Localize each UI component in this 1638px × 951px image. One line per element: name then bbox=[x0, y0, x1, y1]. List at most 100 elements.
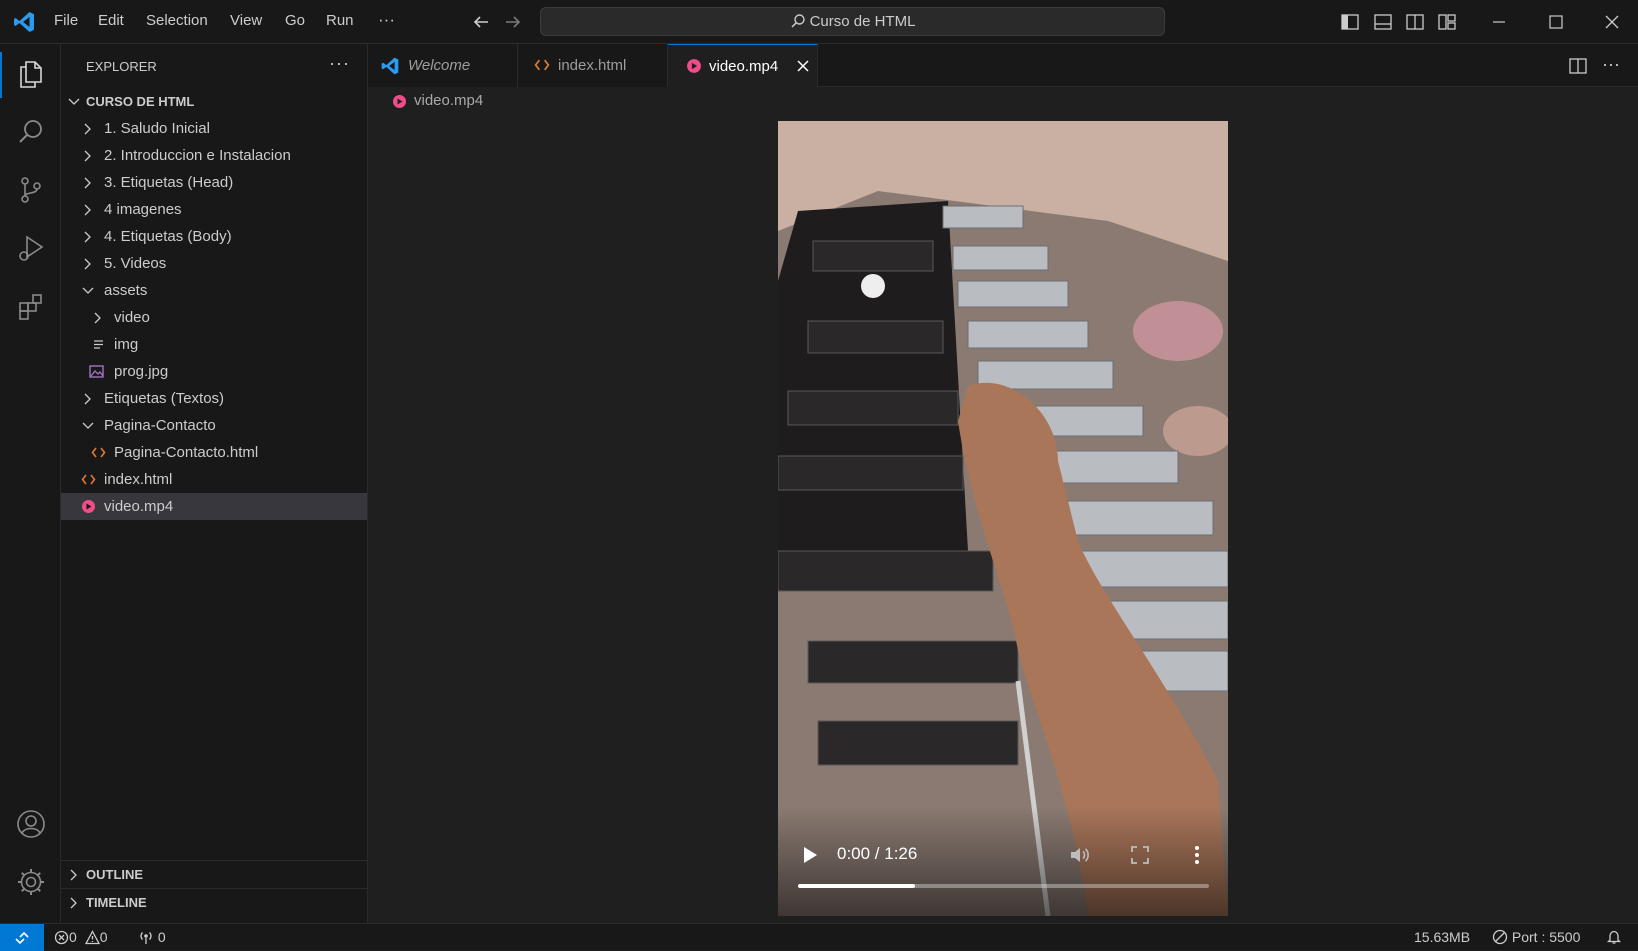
toggle-panel-icon[interactable] bbox=[1372, 11, 1394, 33]
status-bar: 0 0 0 15.63MB Port : 5500 bbox=[0, 923, 1638, 951]
tree-folder-video[interactable]: video bbox=[61, 304, 367, 331]
forward-arrow-icon[interactable] bbox=[501, 10, 525, 34]
tree-folder-etiquetas-body[interactable]: 4. Etiquetas (Body) bbox=[61, 223, 367, 250]
chevron-right-icon bbox=[84, 231, 91, 243]
tree-folder-videos[interactable]: 5. Videos bbox=[61, 250, 367, 277]
tree-file-index-html[interactable]: index.html bbox=[61, 466, 367, 493]
video-progress-track[interactable] bbox=[798, 884, 1209, 888]
html-file-icon bbox=[91, 447, 106, 458]
timeline-section[interactable]: TIMELINE bbox=[61, 888, 367, 916]
outline-section[interactable]: OUTLINE bbox=[61, 860, 367, 888]
settings-gear-icon[interactable] bbox=[15, 866, 47, 898]
remote-icon bbox=[15, 931, 29, 945]
explorer-icon[interactable] bbox=[15, 58, 47, 90]
tree-item-label: 5. Videos bbox=[104, 255, 167, 272]
broadcast-icon bbox=[140, 932, 152, 944]
fullscreen-icon[interactable] bbox=[1128, 843, 1152, 867]
explorer-more-button[interactable]: ··· bbox=[329, 53, 350, 74]
close-tab-icon[interactable] bbox=[796, 59, 810, 73]
search-view-icon[interactable] bbox=[15, 116, 47, 148]
run-debug-icon[interactable] bbox=[15, 232, 47, 264]
media-file-icon bbox=[393, 95, 406, 108]
tab-label: Welcome bbox=[408, 57, 471, 74]
workspace-root-label: CURSO DE HTML bbox=[86, 94, 195, 109]
video-time: 0:00 / 1:26 bbox=[837, 844, 918, 863]
split-editor-icon[interactable] bbox=[1568, 56, 1588, 76]
more-options-icon[interactable] bbox=[1192, 843, 1202, 867]
minimize-icon[interactable] bbox=[1488, 11, 1510, 33]
maximize-icon[interactable] bbox=[1545, 11, 1567, 33]
close-window-icon[interactable] bbox=[1601, 11, 1623, 33]
warning-count: 0 bbox=[99, 929, 108, 945]
tree-file-img[interactable]: img bbox=[61, 331, 367, 358]
tree-folder-saludo-inicial[interactable]: 1. Saludo Inicial bbox=[61, 115, 367, 142]
menu-view[interactable]: View bbox=[230, 12, 262, 29]
no-entry-icon bbox=[1492, 929, 1508, 945]
tab-welcome[interactable]: Welcome bbox=[368, 44, 518, 87]
live-server-port[interactable]: Port : 5500 bbox=[1492, 924, 1580, 951]
html-file-icon bbox=[81, 474, 96, 485]
tree-item-label: Pagina-Contacto bbox=[104, 417, 216, 434]
ports-count: 0 bbox=[157, 929, 166, 945]
command-center-label: Curso de HTML bbox=[809, 13, 916, 30]
tree-file-video-mp4[interactable]: video.mp4 bbox=[61, 493, 367, 520]
error-count: 0 bbox=[69, 929, 77, 945]
tree-item-label: video.mp4 bbox=[104, 498, 174, 515]
tree-file-pagina-contacto-html[interactable]: Pagina-Contacto.html bbox=[61, 439, 367, 466]
chevron-right-icon bbox=[70, 869, 77, 881]
tab-index-html[interactable]: index.html bbox=[518, 44, 668, 87]
timeline-label: TIMELINE bbox=[86, 895, 147, 910]
tree-folder-introduccion[interactable]: 2. Introduccion e Instalacion bbox=[61, 142, 367, 169]
menu-file[interactable]: File bbox=[54, 12, 78, 29]
chevron-right-icon bbox=[84, 393, 91, 405]
problems-indicator[interactable]: 0 0 bbox=[54, 924, 107, 951]
chevron-down-icon bbox=[82, 287, 94, 294]
command-center[interactable]: Curso de HTML bbox=[540, 7, 1165, 36]
tree-file-prog-jpg[interactable]: prog.jpg bbox=[61, 358, 367, 385]
tree-folder-assets[interactable]: assets bbox=[61, 277, 367, 304]
ports-indicator[interactable]: 0 bbox=[138, 924, 166, 951]
remote-indicator[interactable] bbox=[0, 924, 44, 951]
tree-item-label: Etiquetas (Textos) bbox=[104, 390, 225, 407]
volume-icon[interactable] bbox=[1068, 843, 1092, 867]
editor-more-button[interactable]: ··· bbox=[1602, 54, 1620, 75]
video-player[interactable]: 0:00 / 1:26 bbox=[778, 121, 1228, 916]
customize-layout-icon[interactable] bbox=[1436, 11, 1458, 33]
menu-more[interactable]: ··· bbox=[378, 10, 395, 30]
tree-folder-etiquetas-head[interactable]: 3. Etiquetas (Head) bbox=[61, 169, 367, 196]
tree-folder-imagenes[interactable]: 4 imagenes bbox=[61, 196, 367, 223]
chevron-right-icon bbox=[84, 204, 91, 216]
vscode-logo-icon bbox=[381, 57, 399, 75]
tab-video-mp4[interactable]: video.mp4 bbox=[668, 44, 818, 87]
tree-folder-etiquetas-textos[interactable]: Etiquetas (Textos) bbox=[61, 385, 367, 412]
menu-edit[interactable]: Edit bbox=[98, 12, 124, 29]
explorer-sidebar: EXPLORER ··· CURSO DE HTML 1. Saludo Ini… bbox=[61, 44, 368, 923]
extensions-icon[interactable] bbox=[15, 290, 47, 322]
workspace-root[interactable]: CURSO DE HTML bbox=[61, 88, 367, 115]
tree-item-label: 2. Introduccion e Instalacion bbox=[104, 147, 291, 164]
notifications-bell-icon[interactable] bbox=[1606, 929, 1622, 945]
breadcrumb-file: video.mp4 bbox=[414, 92, 484, 109]
tree-item-label: 1. Saludo Inicial bbox=[104, 120, 210, 137]
menu-go[interactable]: Go bbox=[285, 12, 305, 29]
media-file-icon bbox=[687, 59, 701, 73]
toggle-secondary-sidebar-icon[interactable] bbox=[1404, 11, 1426, 33]
menu-selection[interactable]: Selection bbox=[146, 12, 208, 29]
tree-folder-pagina-contacto[interactable]: Pagina-Contacto bbox=[61, 412, 367, 439]
tree-item-label: video bbox=[114, 309, 150, 326]
tree-item-label: prog.jpg bbox=[114, 363, 169, 380]
play-icon[interactable] bbox=[800, 844, 820, 866]
active-indicator bbox=[0, 52, 2, 98]
explorer-title: EXPLORER bbox=[86, 59, 157, 74]
chevron-right-icon bbox=[70, 897, 77, 909]
back-arrow-icon[interactable] bbox=[469, 10, 493, 34]
editor-area: Welcome index.html video.mp4 ··· video.m… bbox=[368, 44, 1638, 923]
menu-run[interactable]: Run bbox=[326, 12, 354, 29]
accounts-icon[interactable] bbox=[15, 808, 47, 840]
chevron-right-icon bbox=[84, 123, 91, 135]
chevron-right-icon bbox=[84, 150, 91, 162]
toggle-primary-sidebar-icon[interactable] bbox=[1339, 11, 1361, 33]
image-file-icon bbox=[89, 365, 104, 378]
source-control-icon[interactable] bbox=[15, 174, 47, 206]
html-file-icon bbox=[534, 59, 550, 71]
